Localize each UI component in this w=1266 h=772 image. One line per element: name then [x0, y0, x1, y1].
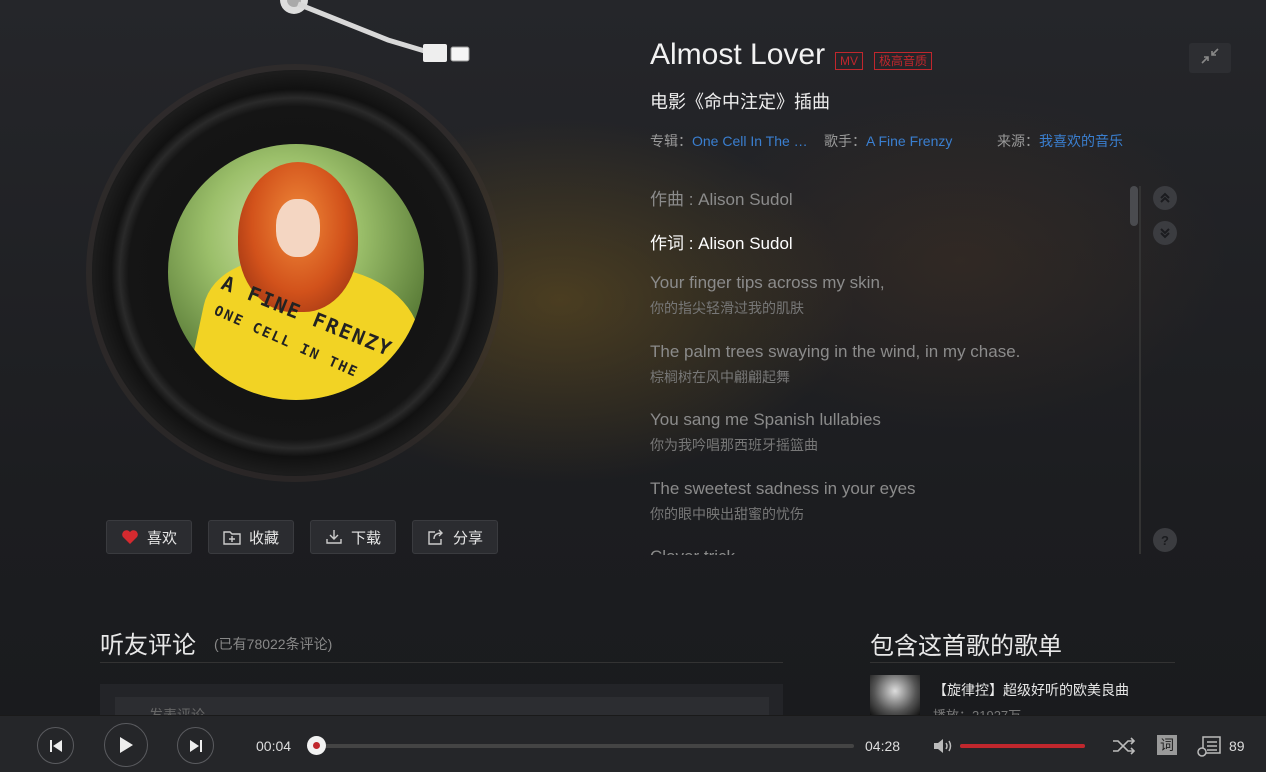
playlists-divider: [870, 662, 1175, 663]
share-button[interactable]: 分享: [412, 520, 499, 554]
playlist-icon: [1197, 736, 1221, 757]
download-icon: [325, 528, 343, 546]
lyrics-panel[interactable]: 作曲 : Alison Sudol 作词 : Alison Sudol Your…: [650, 185, 1120, 555]
shuffle-icon: [1113, 737, 1136, 755]
mv-badge[interactable]: MV: [835, 52, 863, 70]
lyric-line: The sweetest sadness in your eyes 你的眼中映出甜…: [650, 479, 1120, 545]
previous-button[interactable]: [37, 727, 74, 764]
action-bar: 喜欢 收藏 下载 分享: [106, 520, 499, 554]
lyric-line-current: 作词 : Alison Sudol: [650, 234, 793, 253]
lyrics-up-button[interactable]: [1153, 186, 1177, 210]
collect-button[interactable]: 收藏: [208, 520, 295, 554]
progress-bar[interactable]: [316, 744, 854, 748]
double-chevron-up-icon: [1160, 192, 1170, 203]
download-label: 下载: [351, 529, 382, 547]
minimize-button[interactable]: [1189, 43, 1231, 73]
lyric-line: Your finger tips across my skin, 你的指尖轻滑过我…: [650, 273, 1120, 340]
question-icon: ?: [1161, 532, 1169, 548]
lyrics-down-button[interactable]: [1153, 221, 1177, 245]
heart-icon: [121, 528, 139, 546]
artist-label: 歌手：: [824, 133, 866, 149]
playlist-count: 89: [1229, 738, 1245, 754]
lyrics-scroll-track[interactable]: [1139, 186, 1141, 554]
album-link[interactable]: One Cell In The …: [692, 133, 808, 149]
album-label: 专辑：: [650, 133, 692, 149]
lyric-translation: 你为我吟唱那西班牙摇篮曲: [650, 437, 818, 453]
next-button[interactable]: [177, 727, 214, 764]
lyric-translation: 棕榈树在风中翩翩起舞: [650, 369, 790, 385]
playlist-thumbnail[interactable]: [870, 675, 920, 715]
artist-info: 歌手：A Fine Frenzy: [824, 131, 952, 151]
album-cover: A FINE FRENZY ONE CELL IN THE: [168, 144, 424, 400]
progress-knob[interactable]: [307, 736, 326, 755]
lyrics-scroll-thumb[interactable]: [1130, 186, 1138, 226]
song-title: Almost Lover: [650, 38, 826, 71]
playlist-button[interactable]: [1197, 735, 1223, 757]
artist-link[interactable]: A Fine Frenzy: [866, 133, 952, 149]
skip-next-icon: [189, 739, 202, 752]
lyric-line: The palm trees swaying in the wind, in m…: [650, 342, 1120, 408]
double-chevron-down-icon: [1160, 228, 1170, 239]
download-button[interactable]: 下载: [310, 520, 397, 554]
song-subtitle: 电影《命中注定》插曲: [650, 92, 830, 112]
cover-face: [276, 199, 320, 257]
lyric-line: Clever trick: [650, 547, 1120, 555]
shuffle-button[interactable]: [1112, 736, 1136, 756]
playlist-name[interactable]: 【旋律控】超级好听的欧美良曲: [933, 680, 1129, 700]
play-icon: [120, 737, 133, 753]
lyric-line: You sang me Spanish lullabies 你为我吟唱那西班牙摇篮…: [650, 410, 1120, 477]
share-label: 分享: [453, 529, 484, 547]
volume-button[interactable]: [933, 737, 955, 755]
folder-add-icon: [223, 528, 241, 546]
volume-fill: [960, 744, 1085, 748]
source-info: 来源：我喜欢的音乐: [997, 131, 1123, 151]
lyrics-toggle-button[interactable]: 词: [1157, 735, 1177, 755]
comments-title: 听友评论: [100, 632, 196, 659]
skip-previous-icon: [49, 739, 62, 752]
comments-count: (已有78022条评论): [214, 636, 333, 652]
help-button[interactable]: ?: [1153, 528, 1177, 552]
source-link[interactable]: 我喜欢的音乐: [1039, 133, 1123, 149]
like-button[interactable]: 喜欢: [106, 520, 193, 554]
total-time: 04:28: [865, 738, 901, 754]
lyric-translation: 你的眼中映出甜蜜的忧伤: [650, 506, 804, 522]
playlists-title: 包含这首歌的歌单: [870, 633, 1062, 660]
collapse-icon: [1199, 47, 1221, 70]
current-time: 00:04: [256, 738, 292, 754]
lyric-line: 作曲 : Alison Sudol: [650, 190, 793, 209]
speaker-icon: [934, 739, 952, 753]
comments-divider: [100, 662, 783, 663]
tonearm: [280, 0, 470, 62]
source-label: 来源：: [997, 133, 1039, 149]
share-icon: [427, 528, 445, 546]
play-button[interactable]: [104, 723, 148, 767]
volume-slider[interactable]: [960, 744, 1085, 748]
collect-label: 收藏: [249, 529, 280, 547]
lyric-translation: 你的指尖轻滑过我的肌肤: [650, 300, 804, 316]
album-info: 专辑：One Cell In The …: [650, 131, 808, 151]
quality-badge: 极高音质: [874, 52, 933, 70]
like-label: 喜欢: [147, 529, 178, 547]
